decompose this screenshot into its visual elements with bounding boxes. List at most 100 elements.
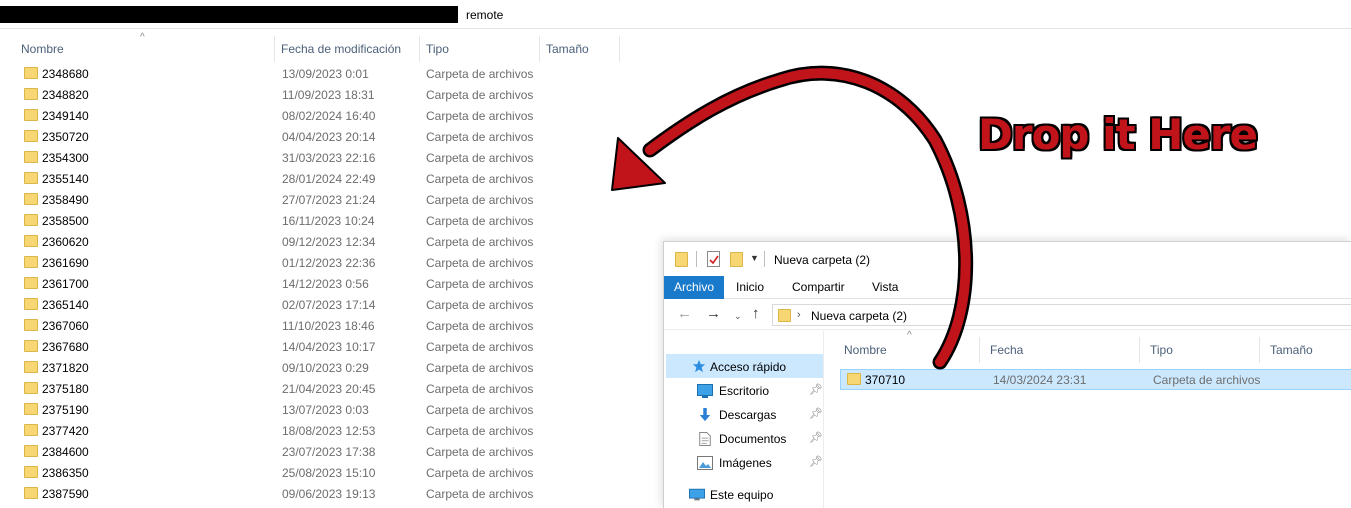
table-row[interactable]: 2358500 16/11/2023 10:24 Carpeta de archiv…: [0, 211, 620, 232]
folder-icon: [24, 130, 38, 142]
properties-icon[interactable]: [707, 251, 720, 267]
address-bar[interactable]: remote: [0, 0, 1351, 29]
nav-item-documentos[interactable]: Documentos 📌︎: [664, 428, 824, 450]
row-date: 04/04/2023 20:14: [282, 130, 376, 144]
row-name: 2365140: [42, 298, 89, 312]
row-date: 31/03/2023 22:16: [282, 151, 376, 165]
folder-icon: [24, 256, 38, 268]
nav-item-label: Acceso rápido: [710, 360, 787, 374]
row-name: 2386350: [42, 466, 89, 480]
recent-locations-icon[interactable]: ⌄: [734, 311, 742, 322]
table-row[interactable]: 2365140 02/07/2023 17:14 Carpeta de archiv…: [0, 295, 620, 316]
row-date: 23/07/2023 17:38: [282, 445, 376, 459]
nav-item-quick-access[interactable]: Acceso rápido: [664, 356, 824, 378]
folder-icon: [24, 277, 38, 289]
row-date: 01/12/2023 22:36: [282, 256, 376, 270]
tab-vista[interactable]: Vista: [862, 276, 908, 299]
table-row[interactable]: 2387590 09/06/2023 19:13 Carpeta de archiv…: [0, 484, 620, 505]
new-folder-icon[interactable]: [730, 252, 743, 267]
table-row[interactable]: 2386350 25/08/2023 15:10 Carpeta de archiv…: [0, 463, 620, 484]
row-date: 11/09/2023 18:31: [282, 88, 375, 102]
row-type: Carpeta de archivos: [426, 256, 534, 270]
folder-icon: [24, 67, 38, 79]
folder-icon: [24, 109, 38, 121]
row-name: 2387590: [42, 487, 89, 501]
nav-item-this-pc[interactable]: Este equipo: [664, 484, 824, 506]
row-date: 27/07/2023 21:24: [282, 193, 376, 207]
column-type[interactable]: Tipo: [420, 36, 540, 62]
row-name: 2361690: [42, 256, 89, 270]
nav-item-escritorio[interactable]: Escritorio 📌︎: [664, 380, 824, 402]
folder-icon: [24, 382, 38, 394]
folder-icon: [847, 373, 861, 385]
tab-archivo[interactable]: Archivo: [664, 276, 725, 299]
column-size[interactable]: Tamaño: [540, 36, 620, 62]
redacted-path: [0, 6, 458, 23]
table-row[interactable]: 2361700 14/12/2023 0:56 Carpeta de archivo…: [0, 274, 620, 295]
row-name: 2384600: [42, 445, 89, 459]
drop-here-annotation: Drop it Here: [978, 110, 1258, 159]
nav-item-label: Descargas: [719, 408, 777, 422]
row-type: Carpeta de archivos: [1153, 373, 1261, 387]
column-name[interactable]: Nombre: [832, 337, 980, 363]
pin-icon[interactable]: 📌︎: [809, 455, 823, 468]
tab-inicio[interactable]: Inicio: [726, 276, 774, 299]
table-row[interactable]: 2348680 13/09/2023 0:01 Carpeta de archivo…: [0, 64, 620, 85]
table-row[interactable]: 2377420 18/08/2023 12:53 Carpeta de archiv…: [0, 421, 620, 442]
table-row[interactable]: 2360620 09/12/2023 12:34 Carpeta de archiv…: [0, 232, 620, 253]
column-date[interactable]: Fecha: [980, 337, 1140, 363]
row-type: Carpeta de archivos: [426, 424, 534, 438]
table-row[interactable]: 2375180 21/04/2023 20:45 Carpeta de archiv…: [0, 379, 620, 400]
column-date-modified[interactable]: Fecha de modificación: [275, 36, 420, 62]
chevron-right-icon[interactable]: ›: [797, 309, 801, 321]
folder-icon: [24, 340, 38, 352]
row-type: Carpeta de archivos: [426, 130, 534, 144]
pin-icon[interactable]: 📌︎: [809, 431, 823, 444]
title-bar: ▼ Nueva carpeta (2): [664, 242, 1351, 276]
row-name: 2375180: [42, 382, 89, 396]
pictures-icon: [697, 456, 713, 470]
row-type: Carpeta de archivos: [426, 361, 534, 375]
table-row[interactable]: 2350720 04/04/2023 20:14 Carpeta de archiv…: [0, 127, 620, 148]
table-row[interactable]: 2354300 31/03/2023 22:16 Carpeta de archiv…: [0, 148, 620, 169]
nav-item-imagenes[interactable]: Imágenes 📌︎: [664, 452, 824, 474]
address-path-text: remote: [466, 8, 504, 22]
table-row[interactable]: 370710 14/03/2024 23:31 Carpeta de archi…: [840, 369, 1351, 390]
star-icon: [692, 359, 706, 373]
pin-icon[interactable]: 📌︎: [809, 407, 823, 420]
table-row[interactable]: 2384600 23/07/2023 17:38 Carpeta de archiv…: [0, 442, 620, 463]
computer-icon: [689, 488, 705, 501]
customize-toolbar-icon[interactable]: ▼: [750, 253, 759, 263]
up-arrow-icon[interactable]: ↑: [752, 305, 760, 322]
column-size[interactable]: Tamaño: [1260, 337, 1351, 363]
table-row[interactable]: 2349140 08/02/2024 16:40 Carpeta de archiv…: [0, 106, 620, 127]
address-box[interactable]: › Nueva carpeta (2): [772, 304, 1351, 326]
back-arrow-icon[interactable]: ←: [677, 305, 692, 322]
row-date: 16/11/2023 10:24: [282, 214, 375, 228]
table-row[interactable]: 2367060 11/10/2023 18:46 Carpeta de archiv…: [0, 316, 620, 337]
column-name[interactable]: Nombre: [15, 36, 275, 62]
table-row[interactable]: 2361690 01/12/2023 22:36 Carpeta de archiv…: [0, 253, 620, 274]
forward-arrow-icon[interactable]: →: [706, 305, 721, 322]
table-row[interactable]: 2371820 09/10/2023 0:29 Carpeta de archivo…: [0, 358, 620, 379]
folder-icon: [24, 445, 38, 457]
folder-icon: [24, 487, 38, 499]
row-date: 02/07/2023 17:14: [282, 298, 376, 312]
nav-item-descargas[interactable]: Descargas 📌︎: [664, 404, 824, 426]
breadcrumb[interactable]: Nueva carpeta (2): [811, 309, 907, 323]
row-name: 2348820: [42, 88, 89, 102]
nav-item-label: Imágenes: [719, 456, 772, 470]
table-row[interactable]: 2367680 14/04/2023 10:17 Carpeta de archiv…: [0, 337, 620, 358]
row-name: 2354300: [42, 151, 89, 165]
tab-compartir[interactable]: Compartir: [782, 276, 855, 299]
nav-item-label: Documentos: [719, 432, 787, 446]
desktop-icon: [697, 384, 713, 398]
pin-icon[interactable]: 📌︎: [809, 383, 823, 396]
table-row[interactable]: 2358490 27/07/2023 21:24 Carpeta de archiv…: [0, 190, 620, 211]
table-row[interactable]: 2348820 11/09/2023 18:31 Carpeta de archiv…: [0, 85, 620, 106]
row-type: Carpeta de archivos: [426, 109, 534, 123]
column-type[interactable]: Tipo: [1140, 337, 1260, 363]
table-row[interactable]: 2375190 13/07/2023 0:03 Carpeta de archivo…: [0, 400, 620, 421]
row-date: 21/04/2023 20:45: [282, 382, 376, 396]
table-row[interactable]: 2355140 28/01/2024 22:49 Carpeta de archiv…: [0, 169, 620, 190]
